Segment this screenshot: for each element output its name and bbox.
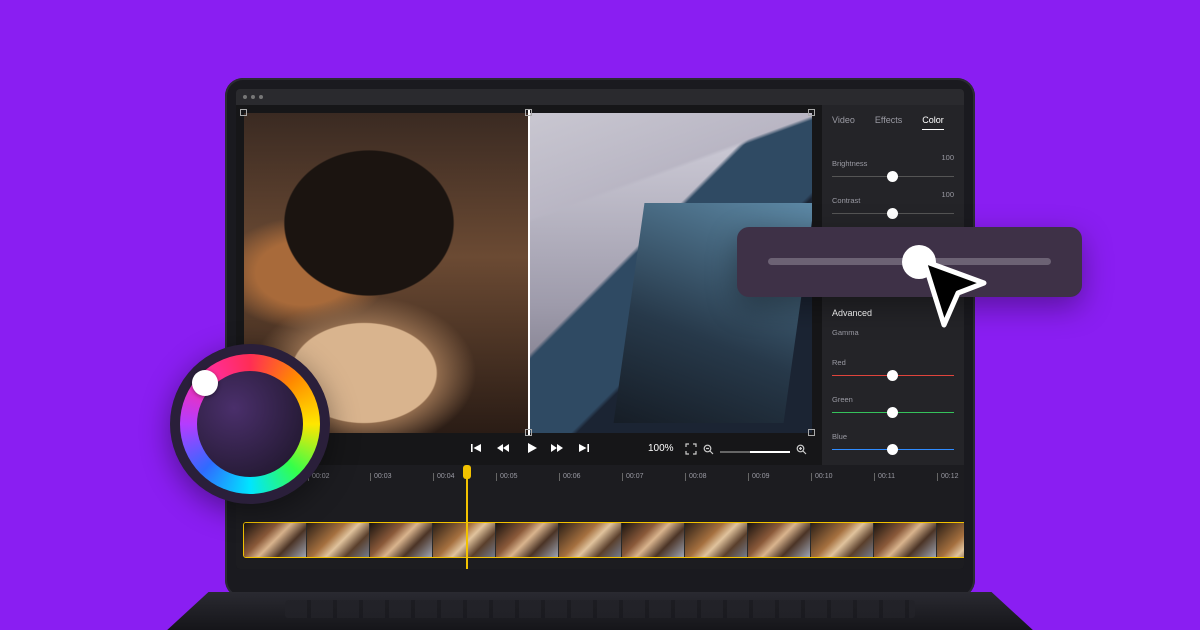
clip-frame: [559, 523, 622, 557]
clip-frame: [748, 523, 811, 557]
playhead[interactable]: [466, 465, 468, 569]
tab-color[interactable]: Color: [922, 115, 944, 130]
play-icon[interactable]: [526, 442, 538, 458]
panel-tabs: Video Effects Color: [832, 115, 964, 130]
contrast-value: 100: [941, 190, 954, 199]
skip-forward-icon[interactable]: [578, 442, 590, 458]
brightness-value: 100: [941, 153, 954, 162]
crop-corner-handle[interactable]: [808, 109, 815, 116]
time-tick: 00:12: [937, 473, 959, 481]
fast-forward-icon[interactable]: [550, 442, 564, 458]
tab-video[interactable]: Video: [832, 115, 855, 130]
crop-corner-handle[interactable]: [240, 109, 247, 116]
blue-label: Blue: [832, 432, 848, 441]
fit-screen-icon[interactable]: [685, 443, 697, 459]
zoom-slider-fill: [750, 451, 790, 453]
clip-frame: [370, 523, 433, 557]
timeline[interactable]: 00:02 00:03 00:04 00:05 00:06 00:07 00:0…: [236, 465, 964, 569]
zoom-out-icon[interactable]: [703, 443, 714, 459]
blue-knob[interactable]: [887, 444, 898, 455]
contrast-label: Contrast: [832, 196, 861, 205]
window-dot-icon[interactable]: [243, 95, 247, 99]
time-tick: 00:10: [811, 473, 833, 481]
green-label: Green: [832, 395, 853, 404]
advanced-heading: Advanced: [832, 308, 873, 318]
gamma-label: Gamma: [832, 328, 859, 337]
clip-frame: [685, 523, 748, 557]
time-tick: 00:05: [496, 473, 518, 481]
crop-corner-handle[interactable]: [525, 109, 532, 116]
skip-back-icon[interactable]: [470, 442, 482, 458]
color-wheel-knob[interactable]: [192, 370, 218, 396]
red-label: Red: [832, 358, 846, 367]
playback-controls: 100%: [244, 433, 812, 467]
clip-frame: [433, 523, 496, 557]
window-dot-icon[interactable]: [251, 95, 255, 99]
brightness-slider[interactable]: Brightness 100: [832, 153, 954, 182]
green-knob[interactable]: [887, 407, 898, 418]
clip-frame: [496, 523, 559, 557]
clip-frame: [874, 523, 937, 557]
time-tick: 00:08: [685, 473, 707, 481]
brightness-knob[interactable]: [887, 171, 898, 182]
clip-frame: [307, 523, 370, 557]
time-tick: 00:09: [748, 473, 770, 481]
red-slider[interactable]: Red: [832, 352, 954, 381]
clip-frame: [244, 523, 307, 557]
brightness-label: Brightness: [832, 159, 868, 168]
blue-slider[interactable]: Blue: [832, 426, 954, 455]
window-dot-icon[interactable]: [259, 95, 263, 99]
playhead-handle[interactable]: [463, 465, 471, 479]
clip-frame: [937, 523, 964, 557]
time-tick: 00:03: [370, 473, 392, 481]
time-tick: 00:11: [874, 473, 895, 481]
compare-split-handle[interactable]: [528, 109, 530, 435]
time-tick: 00:04: [433, 473, 455, 481]
clip-frame: [622, 523, 685, 557]
editor-window: 100% Video Effects Color Brightness 100 …: [236, 89, 964, 569]
time-tick: 00:06: [559, 473, 581, 481]
rewind-icon[interactable]: [496, 442, 510, 458]
window-titlebar: [236, 89, 964, 105]
contrast-slider[interactable]: Contrast 100: [832, 190, 954, 219]
mouse-pointer-icon: [921, 258, 987, 328]
timeline-ruler[interactable]: 00:02 00:03 00:04 00:05 00:06 00:07 00:0…: [236, 473, 964, 485]
zoom-in-icon[interactable]: [796, 443, 807, 459]
green-slider[interactable]: Green: [832, 389, 954, 418]
video-clip[interactable]: [243, 522, 964, 558]
callout-slider[interactable]: [737, 227, 1082, 297]
contrast-knob[interactable]: [887, 208, 898, 219]
tab-effects[interactable]: Effects: [875, 115, 902, 130]
clip-frame: [811, 523, 874, 557]
zoom-level: 100%: [648, 443, 674, 454]
laptop-keyboard: [285, 600, 915, 618]
red-knob[interactable]: [887, 370, 898, 381]
time-tick: 00:07: [622, 473, 644, 481]
